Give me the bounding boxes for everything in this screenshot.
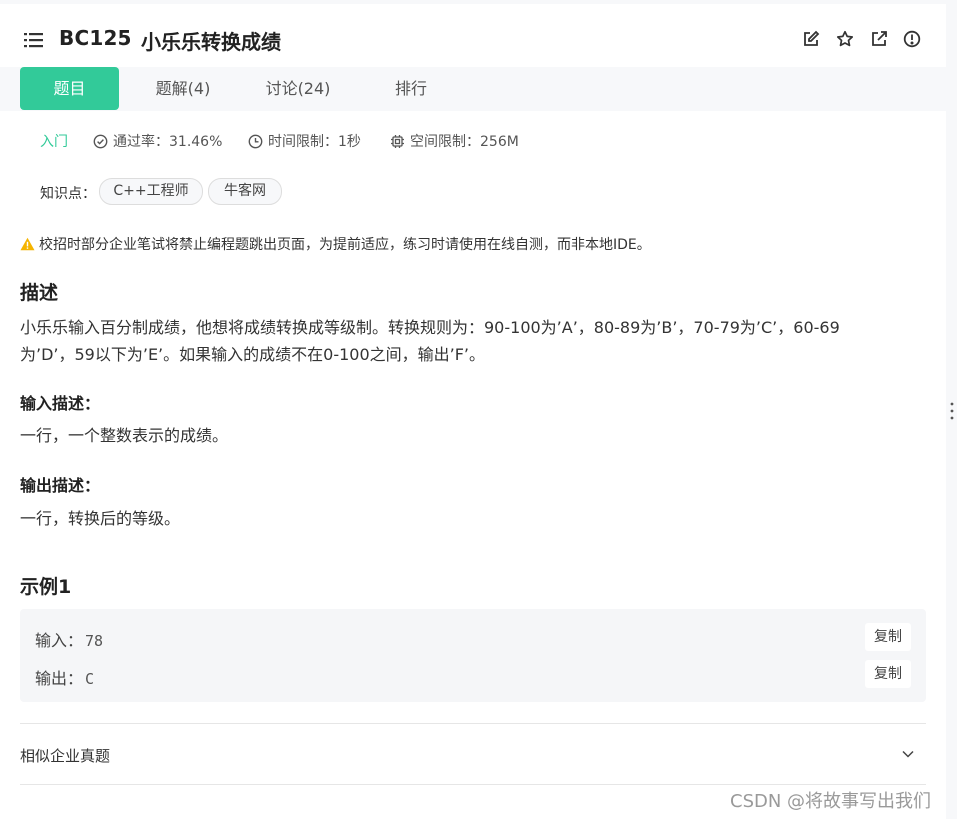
- tab-bar: 题目 题解(4) 讨论(24) 排行: [0, 67, 946, 111]
- tag-chip[interactable]: 牛客网: [208, 178, 282, 205]
- knowledge-label: 知识点：: [40, 186, 96, 202]
- star-icon[interactable]: [836, 30, 854, 48]
- edit-icon[interactable]: [802, 30, 820, 48]
- clock-icon: [248, 134, 263, 149]
- check-circle-icon: [93, 134, 108, 149]
- difficulty-level: 入门: [40, 134, 68, 150]
- output-desc-text: 一行，转换后的等级。: [20, 509, 181, 528]
- pass-rate-text: 通过率：31.46%: [113, 134, 223, 150]
- watermark: CSDN @将故事写出我们: [730, 791, 932, 812]
- tab-problem[interactable]: 题目: [20, 67, 119, 110]
- description-heading: 描述: [20, 282, 59, 304]
- problem-id: BC125: [59, 26, 132, 50]
- warning-notice: 校招时部分企业笔试将禁止编程题跳出页面，为提前适应，练习时请使用在线自测，而非本…: [20, 235, 651, 255]
- output-desc-heading: 输出描述：: [20, 476, 101, 495]
- input-desc-text: 一行，一个整数表示的成绩。: [20, 426, 229, 445]
- description-line-2: 为’D’，59以下为’E’。如果输入的成绩不在0-100之间，输出’F’。: [20, 345, 486, 364]
- resize-handle-icon[interactable]: [949, 400, 955, 422]
- example-output-value: C: [85, 670, 95, 688]
- input-desc-heading: 输入描述：: [20, 394, 101, 413]
- chip-icon: [391, 135, 404, 148]
- space-limit-text: 空间限制：256M: [410, 134, 519, 150]
- warning-text: 校招时部分企业笔试将禁止编程题跳出页面，为提前适应，练习时请使用在线自测，而非本…: [39, 237, 651, 253]
- divider: [20, 784, 926, 785]
- example-input-label: 输入：: [35, 631, 84, 650]
- example-output: 输出： C: [35, 665, 94, 689]
- tab-discussion[interactable]: 讨论(24): [250, 67, 346, 110]
- chevron-down-icon[interactable]: [901, 747, 915, 761]
- example-box: 输入： 78 复制 输出： C 复制: [20, 609, 926, 702]
- divider: [20, 723, 926, 724]
- space-limit: 空间限制：256M: [390, 132, 519, 152]
- pass-rate: 通过率：31.46%: [93, 132, 222, 152]
- problem-title: 小乐乐转换成绩: [141, 30, 281, 54]
- copy-input-button[interactable]: 复制: [865, 623, 911, 651]
- time-limit: 时间限制：1秒: [248, 132, 361, 152]
- tag-chip[interactable]: C++工程师: [99, 178, 203, 205]
- description-line-1: 小乐乐输入百分制成绩，他想将成绩转换成等级制。转换规则为：90-100为’A’，…: [20, 318, 840, 337]
- warning-icon: [20, 237, 35, 251]
- example-input-value: 78: [85, 632, 104, 650]
- similar-questions-toggle[interactable]: 相似企业真题: [20, 745, 110, 766]
- example-input: 输入： 78: [35, 627, 103, 651]
- tab-ranking[interactable]: 排行: [380, 67, 442, 110]
- example-heading: 示例1: [20, 576, 72, 598]
- external-link-icon[interactable]: [870, 30, 888, 48]
- tab-solutions[interactable]: 题解(4): [140, 67, 226, 110]
- report-icon[interactable]: [903, 30, 921, 48]
- menu-icon[interactable]: [24, 32, 43, 48]
- time-limit-text: 时间限制：1秒: [268, 134, 361, 150]
- problem-header: BC125 小乐乐转换成绩: [0, 4, 946, 67]
- copy-output-button[interactable]: 复制: [865, 660, 911, 688]
- problem-panel: BC125 小乐乐转换成绩 题目 题解(4) 讨论(24) 排行 入门 通过率：…: [0, 4, 946, 819]
- example-output-label: 输出：: [35, 669, 84, 688]
